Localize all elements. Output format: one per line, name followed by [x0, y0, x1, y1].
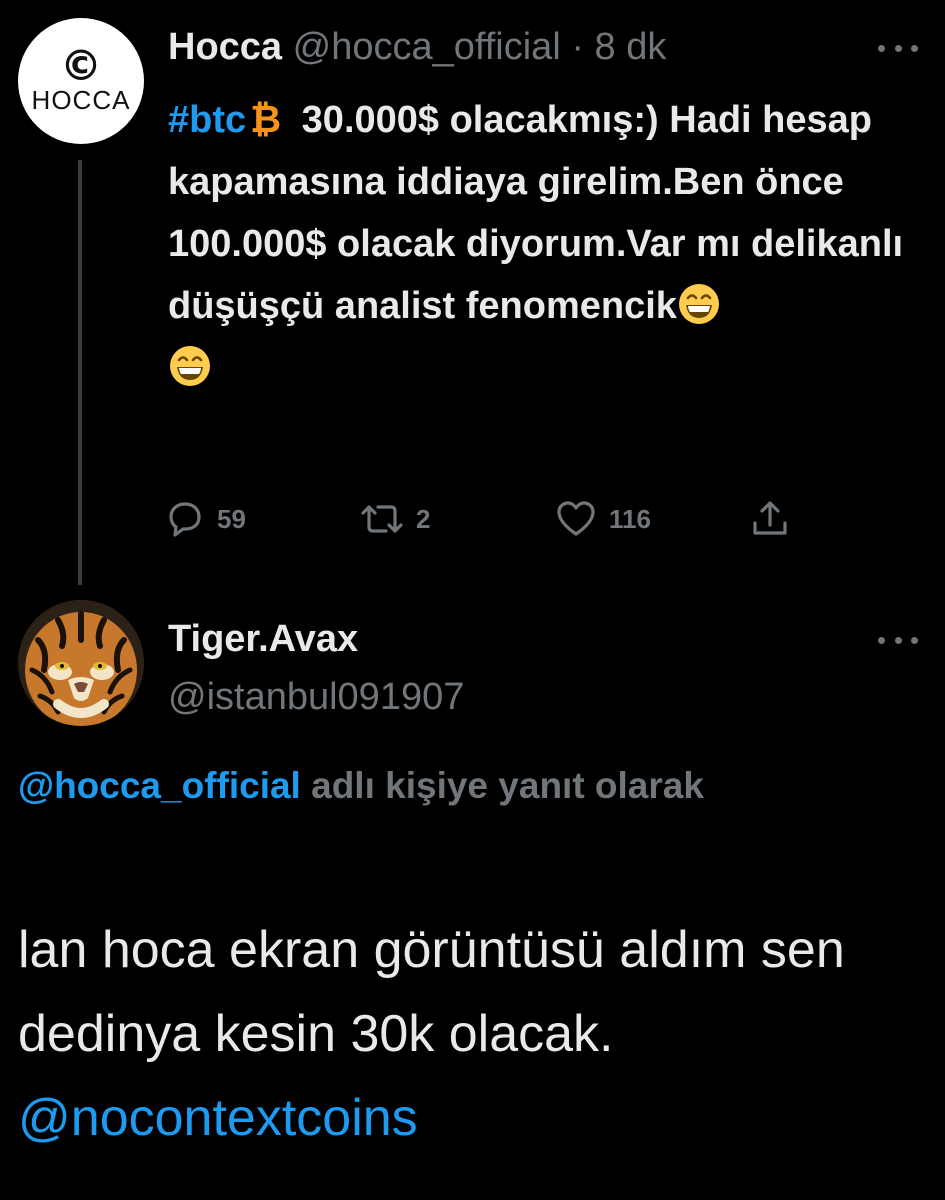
more-options-icon[interactable]	[878, 38, 918, 58]
reply-text: lan hoca ekran görüntüsü aldım sen dedin…	[18, 908, 918, 1160]
share-button[interactable]	[750, 495, 790, 543]
tweet-actions: 59 2 116	[165, 495, 805, 543]
avatar-tiger[interactable]	[18, 600, 144, 726]
tweet-text: #btc ₿ 30.000$ olacakmış:) Hadi hesap kap…	[168, 88, 928, 399]
more-options-icon[interactable]	[878, 630, 918, 650]
reply-text-body: lan hoca ekran görüntüsü aldım sen dedin…	[18, 921, 845, 1063]
retweet-count: 2	[416, 503, 431, 534]
reply-count: 59	[217, 503, 246, 534]
grinning-face-icon	[678, 284, 719, 324]
heart-icon	[557, 501, 595, 536]
avatar-hocca[interactable]: © HOCCA	[18, 18, 144, 144]
reply-context-text: adlı kişiye yanıt olarak	[300, 765, 704, 806]
body-mention-link[interactable]: @nocontextcoins	[18, 1089, 418, 1147]
author-handle[interactable]: @istanbul091907	[168, 672, 464, 722]
tiger-face-icon	[18, 600, 144, 726]
retweet-icon	[361, 505, 403, 533]
author-handle[interactable]: @hocca_official	[293, 26, 561, 68]
reply-button[interactable]: 59	[165, 495, 246, 543]
bitcoin-icon: ₿	[250, 97, 282, 141]
author-name[interactable]: Tiger.Avax	[168, 614, 358, 664]
hocca-logo-mark: ©	[60, 41, 102, 90]
tweet-time[interactable]: 8 dk	[595, 26, 667, 68]
tweet-text-line1: 30.000$ olacakmış:)	[301, 99, 659, 141]
share-icon	[753, 501, 787, 535]
tweet-header: Hocca @hocca_official · 8 dk	[168, 22, 666, 72]
grinning-face-icon	[170, 346, 210, 386]
reply-context: @hocca_official adlı kişiye yanıt olarak	[18, 752, 818, 820]
hocca-logo-text: HOCCA	[31, 85, 131, 115]
thread-line	[78, 160, 82, 585]
like-button[interactable]: 116	[555, 495, 651, 543]
reply-icon	[169, 502, 201, 537]
reply-mention-link[interactable]: @hocca_official	[18, 765, 301, 806]
hashtag-btc[interactable]: #btc	[168, 99, 246, 141]
separator-dot: ·	[571, 26, 584, 68]
author-name[interactable]: Hocca	[168, 26, 282, 68]
like-count: 116	[609, 503, 651, 534]
retweet-button[interactable]: 2	[360, 495, 430, 543]
